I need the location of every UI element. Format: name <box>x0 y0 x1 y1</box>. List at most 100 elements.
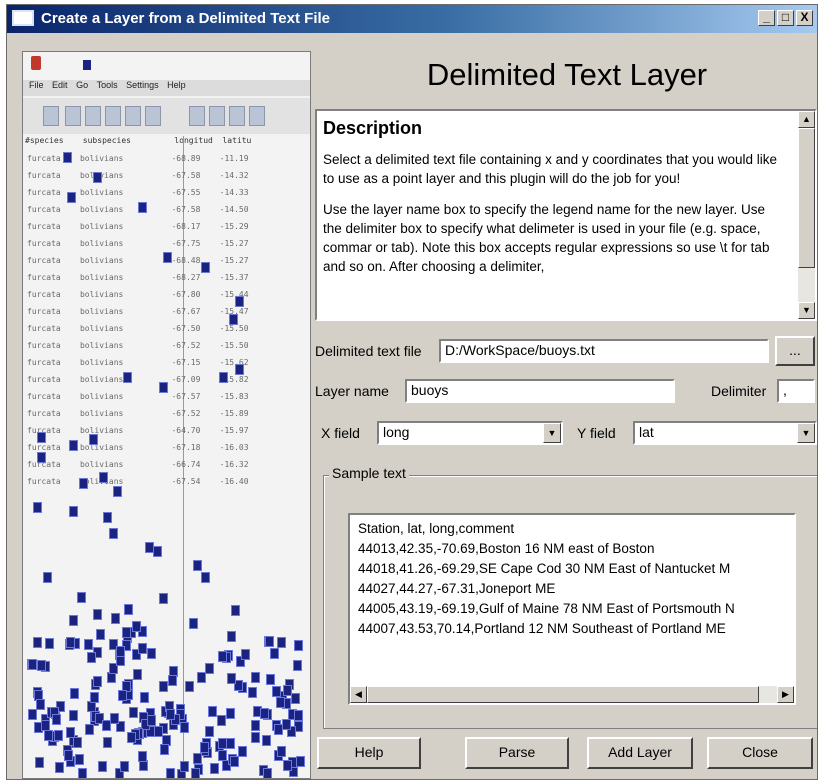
undo-icon <box>145 106 161 126</box>
point-marker-icon <box>115 646 125 658</box>
point-marker-icon <box>113 486 122 497</box>
point-marker-icon <box>117 690 127 702</box>
point-marker-icon <box>282 760 292 772</box>
point-marker-icon <box>264 635 274 647</box>
x-field-value: long <box>383 424 410 440</box>
point-marker-icon <box>235 296 244 307</box>
chevron-down-icon[interactable]: ▼ <box>543 423 561 443</box>
scroll-down-icon[interactable]: ▼ <box>798 302 815 319</box>
point-marker-icon <box>53 730 63 742</box>
point-marker-icon <box>167 674 177 686</box>
point-marker-icon <box>218 651 228 663</box>
point-marker-icon <box>138 751 148 763</box>
browse-button[interactable]: ... <box>775 336 815 366</box>
point-marker-icon <box>69 506 78 517</box>
point-marker-icon <box>89 434 98 445</box>
point-marker-icon <box>159 743 169 755</box>
point-marker-icon <box>191 768 201 778</box>
dialog-heading: Delimited Text Layer <box>426 57 708 92</box>
point-marker-icon <box>210 762 220 774</box>
preview-table-row: furcata bolivians -66.74 -16.32 <box>27 460 249 469</box>
point-marker-icon <box>124 603 134 615</box>
point-marker-icon <box>251 719 261 731</box>
print-icon <box>105 106 121 126</box>
parse-button[interactable]: Parse <box>465 737 569 769</box>
sample-text-lines: Station, lat, long,comment 44013,42.35,-7… <box>358 519 735 639</box>
scroll-right-icon[interactable]: ▶ <box>777 686 794 703</box>
preview-menu-settings: Settings <box>126 80 159 90</box>
layer-name-input[interactable]: buoys <box>405 379 675 403</box>
point-marker-icon <box>70 688 79 700</box>
point-marker-icon <box>92 675 102 687</box>
point-marker-icon <box>261 735 271 747</box>
scroll-left-icon[interactable]: ◀ <box>350 686 367 703</box>
scroll-thumb[interactable] <box>367 686 759 703</box>
file-path-input[interactable]: D:/WorkSpace/buoys.txt <box>439 339 769 363</box>
y-field-label: Y field <box>577 425 616 441</box>
point-marker-icon <box>138 643 148 655</box>
description-scrollbar[interactable]: ▲ ▼ <box>798 111 815 319</box>
title-bar[interactable]: Create a Layer from a Delimited Text Fil… <box>7 5 817 33</box>
point-marker-icon <box>281 718 291 730</box>
point-marker-icon <box>63 152 72 163</box>
point-marker-icon <box>69 440 78 451</box>
point-marker-icon <box>208 705 218 717</box>
point-marker-icon <box>37 432 46 443</box>
point-marker-icon <box>103 512 112 523</box>
preview-table-row: furcata bolivians -68.27 -15.37 <box>27 273 249 282</box>
find-icon <box>249 106 265 126</box>
point-marker-icon <box>165 767 175 778</box>
preview-table-row: furcata bolivians -67.54 -16.40 <box>27 477 249 486</box>
y-field-select[interactable]: lat ▼ <box>633 421 817 445</box>
x-field-select[interactable]: long ▼ <box>377 421 563 445</box>
scroll-thumb[interactable] <box>798 128 815 268</box>
chevron-down-icon[interactable]: ▼ <box>797 423 815 443</box>
point-marker-icon <box>87 652 97 664</box>
point-marker-icon <box>43 729 53 741</box>
point-marker-icon <box>250 732 260 744</box>
point-marker-icon <box>189 617 199 629</box>
point-marker-icon <box>37 659 47 671</box>
point-marker-icon <box>265 673 275 685</box>
preview-menu-help: Help <box>167 80 186 90</box>
point-marker-icon <box>218 750 228 762</box>
open-file-icon <box>65 106 81 126</box>
point-marker-icon <box>68 615 78 627</box>
point-marker-icon <box>290 692 300 704</box>
point-marker-icon <box>93 608 103 620</box>
delimiter-input[interactable]: , <box>777 379 815 403</box>
point-marker-icon <box>231 605 241 617</box>
preview-image: File Edit Go Tools Settings Help #specie… <box>22 51 311 779</box>
help-button[interactable]: Help <box>317 737 421 769</box>
point-marker-icon <box>247 686 257 698</box>
point-marker-icon <box>123 372 132 383</box>
point-marker-icon <box>295 755 305 767</box>
point-marker-icon <box>98 761 108 773</box>
point-marker-icon <box>75 754 85 766</box>
scroll-up-icon[interactable]: ▲ <box>798 111 815 128</box>
point-marker-icon <box>77 592 86 603</box>
point-marker-icon <box>65 637 75 649</box>
point-marker-icon <box>79 478 88 489</box>
close-button[interactable]: Close <box>707 737 813 769</box>
point-marker-icon <box>110 612 120 624</box>
point-marker-icon <box>226 738 236 750</box>
point-marker-icon <box>277 636 287 648</box>
clipboard-icon <box>229 106 245 126</box>
maximize-button[interactable]: □ <box>777 10 794 26</box>
point-marker-icon <box>27 659 37 671</box>
add-layer-button[interactable]: Add Layer <box>587 737 693 769</box>
sample-scrollbar[interactable]: ◀ ▶ <box>350 686 794 703</box>
point-marker-icon <box>180 761 190 773</box>
point-marker-icon <box>146 648 156 660</box>
preview-table-row: furcata bolivians -67.58 -14.32 <box>27 171 249 180</box>
minimize-button[interactable]: _ <box>758 10 775 26</box>
close-window-button[interactable]: X <box>796 10 813 26</box>
point-marker-icon <box>238 745 248 757</box>
point-marker-icon <box>43 572 52 583</box>
description-box: Description Select a delimited text file… <box>315 109 817 321</box>
description-paragraph: Use the layer name box to specify the le… <box>323 202 770 274</box>
point-marker-icon <box>263 768 273 778</box>
point-marker-icon <box>216 714 226 726</box>
sample-text-box[interactable]: Station, lat, long,comment 44013,42.35,-7… <box>348 513 796 705</box>
